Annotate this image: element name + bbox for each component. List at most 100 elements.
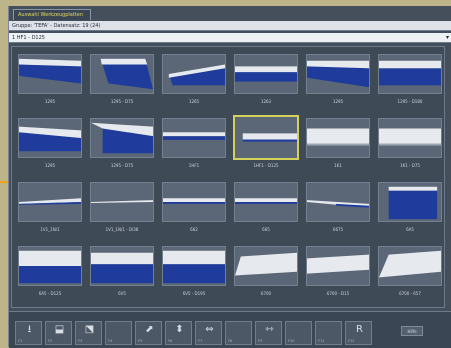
plate-tile[interactable]: 1HF1 - D125 <box>230 115 302 181</box>
plate-tile[interactable]: 6700 - D15 <box>302 243 374 309</box>
help-button[interactable]: Hilfe <box>401 326 423 336</box>
plate-label: 6700 <box>260 291 272 296</box>
function-key-icon: ⇔ <box>205 324 214 335</box>
plate-label: 1263 <box>260 99 272 104</box>
plate-tile[interactable]: 1295 - D75 <box>86 51 158 117</box>
plate-thumbnail <box>90 54 154 94</box>
plate-thumbnail <box>378 118 442 158</box>
function-key-f9-button[interactable]: ⇿ F9 <box>255 321 282 345</box>
plate-label: 665 <box>262 227 270 232</box>
plate-thumbnail <box>234 246 298 286</box>
function-key-f2-button[interactable]: ⬓ F2 <box>45 321 72 345</box>
function-key-label: F12 <box>348 339 355 343</box>
plate-tile[interactable]: 1295 <box>302 51 374 117</box>
plate-tile[interactable]: 665 <box>230 179 302 245</box>
window-tab[interactable]: Auswahl Werkzeugplatten <box>13 9 91 20</box>
function-key-label: F8 <box>228 339 233 343</box>
plate-label: 6700 - 657 <box>399 291 421 296</box>
plate-thumbnail <box>378 54 442 94</box>
plate-label: 1295 <box>44 163 56 168</box>
plate-label: 1295 <box>44 99 56 104</box>
plate-tile[interactable]: 1K1 <box>302 115 374 181</box>
plate-thumbnail <box>306 54 370 94</box>
function-key-icon: ⭳ <box>27 324 32 335</box>
plate-thumbnail <box>162 118 226 158</box>
selection-value: 1 HF1 - D125 <box>12 35 45 41</box>
tool-plate-selection-window: Auswahl Werkzeugplatten Gruppe: 'TEFA' -… <box>8 6 451 348</box>
function-key-label: F6 <box>168 339 173 343</box>
plate-tile[interactable]: 1K1 - D75 <box>374 115 446 181</box>
plate-label: 1265 <box>188 99 200 104</box>
plate-label: 6V5 <box>118 291 126 296</box>
plate-label: 1295 - D180 <box>397 99 423 104</box>
plate-label: 1HF1 <box>188 163 200 168</box>
function-key-f12-button[interactable]: R F12 <box>345 321 372 345</box>
function-key-f7-button[interactable]: ⇔ F7 <box>195 321 222 345</box>
plate-tile[interactable]: 1V1_1N/1 - D/38 <box>86 179 158 245</box>
function-key-f11-button[interactable]: F11 <box>315 321 342 345</box>
function-key-icon: R <box>356 324 363 335</box>
plate-label: 1K1 <box>334 163 342 168</box>
plate-label: 1295 <box>332 99 344 104</box>
function-key-icon: ⬈ <box>145 324 154 335</box>
plate-tile[interactable]: 1V1_1N/1 <box>14 179 86 245</box>
plate-tile[interactable]: 1HF1 <box>158 115 230 181</box>
plate-tile[interactable]: 6A5 <box>374 179 446 245</box>
function-key-label: F5 <box>138 339 143 343</box>
function-key-label: F9 <box>258 339 263 343</box>
function-key-f1-button[interactable]: ⭳ F1 <box>15 321 42 345</box>
plate-tile[interactable]: 662 <box>158 179 230 245</box>
plate-thumbnail <box>18 118 82 158</box>
plate-tile[interactable]: 6700 <box>230 243 302 309</box>
function-key-f4-button[interactable]: F4 <box>105 321 132 345</box>
function-key-f8-button[interactable]: F8 <box>225 321 252 345</box>
plate-tile[interactable]: 1295 - D180 <box>374 51 446 117</box>
dropdown-arrow-icon[interactable]: ▾ <box>446 33 449 43</box>
plate-thumbnail <box>378 246 442 286</box>
plate-thumbnail <box>234 54 298 94</box>
plate-thumbnail <box>162 182 226 222</box>
tile-grid: 1295 1295 - D75 1265 1263 1295 1295 - D180 129… <box>11 46 445 308</box>
plate-tile[interactable]: 6675 <box>302 179 374 245</box>
plate-label: 1V1_1N/1 - D/38 <box>105 227 139 232</box>
plate-label: 1295 - D75 <box>110 99 134 104</box>
function-key-f5-button[interactable]: ⬈ F5 <box>135 321 162 345</box>
plate-label: 1K1 - D75 <box>400 163 420 168</box>
plate-tile[interactable]: 1295 - D75 <box>86 115 158 181</box>
plate-label: 6V5 - D195 <box>182 291 206 296</box>
function-key-icon: ⬍ <box>175 324 184 335</box>
function-key-icon: ⬓ <box>54 324 65 335</box>
plate-label: 662 <box>190 227 198 232</box>
plate-tile[interactable]: 6V5 <box>86 243 158 309</box>
plate-thumbnail <box>233 115 299 160</box>
plate-label: 6700 - D15 <box>326 291 350 296</box>
function-key-label: F1 <box>18 339 23 343</box>
plate-tile[interactable]: 6V5 - D195 <box>158 243 230 309</box>
function-key-icon: ⬔ <box>84 324 95 335</box>
plate-tile[interactable]: 6A5 - D125 <box>14 243 86 309</box>
plate-thumbnail <box>162 246 226 286</box>
plate-label: 6675 <box>332 227 344 232</box>
plate-label: 6A5 - D125 <box>38 291 62 296</box>
plate-tile[interactable]: 1265 <box>158 51 230 117</box>
plate-thumbnail <box>378 182 442 222</box>
plate-tile[interactable]: 6700 - 657 <box>374 243 446 309</box>
selection-field[interactable]: 1 HF1 - D125 ▾ <box>9 33 451 43</box>
plate-thumbnail <box>18 182 82 222</box>
plate-thumbnail <box>306 182 370 222</box>
plate-label: 1295 - D75 <box>110 163 134 168</box>
function-key-label: F3 <box>78 339 83 343</box>
function-key-f3-button[interactable]: ⬔ F3 <box>75 321 102 345</box>
plate-tile[interactable]: 1263 <box>230 51 302 117</box>
function-key-toolbar: ⭳ F1 ⬓ F2 ⬔ F3 F4 ⬈ F5 ⬍ F6 ⇔ F7 F8 ⇿ F9 F10 F11 R F12 <box>9 311 451 348</box>
plate-tile[interactable]: 1295 <box>14 51 86 117</box>
plate-label: 1V1_1N/1 <box>40 227 60 232</box>
function-key-icon: ⇿ <box>265 324 274 335</box>
plate-tile[interactable]: 1295 <box>14 115 86 181</box>
function-key-f6-button[interactable]: ⬍ F6 <box>165 321 192 345</box>
function-key-label: F10 <box>288 339 295 343</box>
plate-label: 1HF1 - D125 <box>253 163 279 168</box>
function-key-f10-button[interactable]: F10 <box>285 321 312 345</box>
plate-thumbnail <box>306 246 370 286</box>
function-key-label: F7 <box>198 339 203 343</box>
